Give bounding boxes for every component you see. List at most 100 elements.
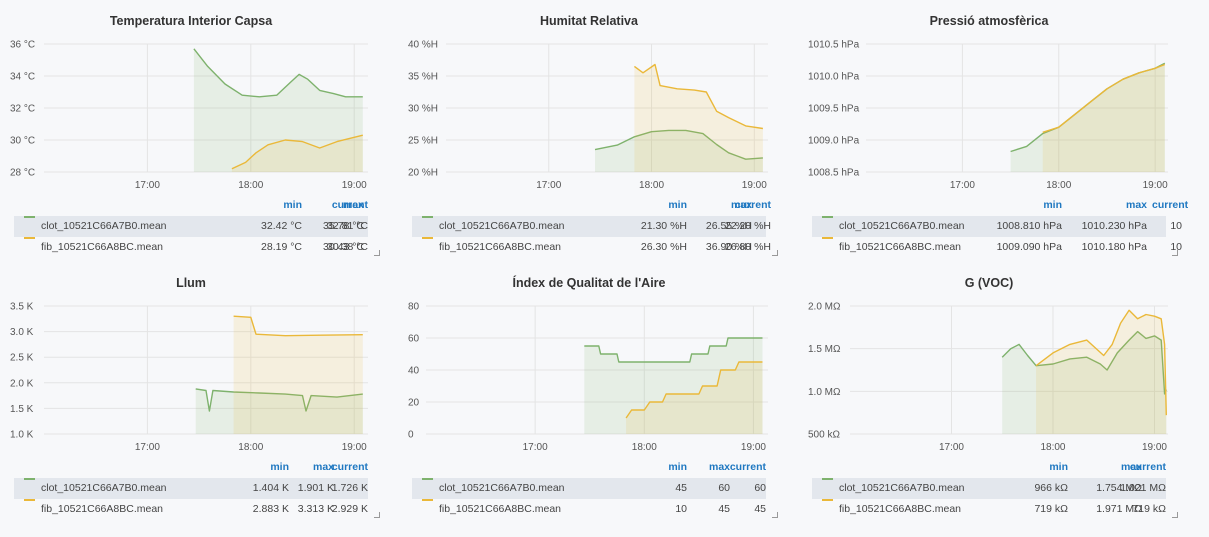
series-color-swatch[interactable] (24, 237, 35, 239)
legend-table: min max current clot_10521C66A7B0.mean 32.42… (14, 195, 368, 258)
legend-value-max: 1010.180 hPa (1081, 241, 1147, 253)
series-color-swatch[interactable] (422, 216, 433, 218)
series-name[interactable]: clot_10521C66A7B0.mean (41, 478, 167, 499)
series-color-swatch[interactable] (422, 478, 433, 480)
legend-value-current: 30.38 °C (327, 241, 368, 253)
legend-value-current: 1.726 K (331, 482, 368, 494)
legend-column-current[interactable]: current (314, 195, 368, 216)
panel-resize-handle[interactable] (374, 512, 380, 518)
legend-value-current: 719 kΩ (1132, 503, 1166, 515)
series-color-swatch[interactable] (422, 237, 433, 239)
legend-row[interactable]: fib_10521C66A8BC.mean 719 kΩ 1.971 MΩ 719 k… (812, 499, 1166, 520)
legend-row[interactable]: fib_10521C66A8BC.mean 2.883 K 3.313 K 2.929… (14, 499, 368, 520)
legend-column-max[interactable]: max (1067, 195, 1147, 216)
series-color-swatch[interactable] (822, 237, 833, 239)
y-tick-label: 36 °C (10, 40, 35, 51)
series-name[interactable]: clot_10521C66A7B0.mean (839, 478, 965, 499)
y-tick-label: 1.0 MΩ (808, 387, 841, 398)
y-tick-label: 34 °C (10, 72, 35, 83)
panel-title[interactable]: G (VOC) (798, 276, 1180, 290)
legend-row[interactable]: clot_10521C66A7B0.mean 45 60 60 (412, 478, 766, 499)
legend-column-min[interactable]: min (1012, 457, 1068, 478)
legend-row[interactable]: clot_10521C66A7B0.mean 1008.810 hPa 1010.2… (812, 216, 1182, 237)
legend-column-current[interactable]: current (314, 457, 368, 478)
legend-row[interactable]: clot_10521C66A7B0.mean 1.404 K 1.901 K 1.72… (14, 478, 368, 499)
series-color-swatch[interactable] (24, 216, 35, 218)
x-tick-label: 19:00 (342, 180, 367, 191)
x-tick-label: 17:00 (135, 442, 160, 453)
legend-column-min[interactable]: min (627, 195, 687, 216)
panel-title[interactable]: Pressió atmosfèrica (798, 14, 1180, 28)
legend-value-min: 966 kΩ (1034, 482, 1068, 494)
legend-row[interactable]: clot_10521C66A7B0.mean 966 kΩ 1.754 MΩ 1.02… (812, 478, 1166, 499)
panel-title[interactable]: Humitat Relativa (398, 14, 780, 28)
legend-column-current[interactable]: current (1152, 195, 1188, 216)
chart[interactable]: 20 %H 25 %H 30 %H 35 %H 40 %H 17:00 18:00 19:00 (398, 32, 780, 191)
legend-value-min: 28.19 °C (261, 241, 302, 253)
legend-row[interactable]: fib_10521C66A8BC.mean 28.19 °C 30.43 °C 30.… (14, 237, 368, 258)
series-name[interactable]: fib_10521C66A8BC.mean (439, 499, 561, 520)
legend-column-min[interactable]: min (242, 195, 302, 216)
legend-header: min max current (412, 195, 771, 216)
panel-title[interactable]: Temperatura Interior Capsa (0, 14, 382, 28)
series-color-swatch[interactable] (822, 478, 833, 480)
series-name[interactable]: fib_10521C66A8BC.mean (41, 237, 163, 258)
legend-row[interactable]: clot_10521C66A7B0.mean 21.30 %H 26.55 %H 22… (412, 216, 771, 237)
legend-column-min[interactable]: min (229, 457, 289, 478)
legend-row[interactable]: fib_10521C66A8BC.mean 10 45 45 (412, 499, 766, 520)
y-tick-label: 3.0 K (10, 327, 34, 338)
legend-column-min[interactable]: min (647, 457, 687, 478)
legend-column-current[interactable]: current (712, 457, 766, 478)
legend-table: min max current clot_10521C66A7B0.mean 1.404… (14, 457, 368, 520)
legend-column-min[interactable]: min (982, 195, 1062, 216)
series-color-swatch[interactable] (24, 499, 35, 501)
chart[interactable]: 500 kΩ 1.0 MΩ 1.5 MΩ 2.0 MΩ 17:00 18:00 19:00 (798, 294, 1180, 453)
y-tick-label: 1008.5 hPa (808, 168, 860, 179)
legend-value-min: 21.30 %H (640, 220, 687, 232)
series-color-swatch[interactable] (24, 478, 35, 480)
legend-row[interactable]: clot_10521C66A7B0.mean 32.42 °C 35.78 °C 32… (14, 216, 368, 237)
legend-row[interactable]: fib_10521C66A8BC.mean 26.30 %H 36.90 %H 26.… (412, 237, 771, 258)
legend-value-current: 22.20 %H (724, 220, 771, 232)
legend-value-current: 32.81 °C (327, 220, 368, 232)
panel-resize-handle[interactable] (1172, 512, 1178, 518)
legend-value-min: 32.42 °C (261, 220, 302, 232)
series-name[interactable]: fib_10521C66A8BC.mean (439, 237, 561, 258)
chart[interactable]: 1008.5 hPa 1009.0 hPa 1009.5 hPa 1010.0 hPa… (798, 32, 1180, 192)
series-name[interactable]: clot_10521C66A7B0.mean (839, 216, 965, 237)
x-tick-label: 17:00 (523, 442, 548, 453)
y-tick-label: 2.0 MΩ (808, 302, 841, 313)
series-name[interactable]: clot_10521C66A7B0.mean (439, 478, 565, 499)
series-name[interactable]: clot_10521C66A7B0.mean (439, 216, 565, 237)
series-color-swatch[interactable] (422, 499, 433, 501)
chart[interactable]: 1.0 K 1.5 K 2.0 K 2.5 K 3.0 K 3.5 K 17:00 18:00… (0, 294, 382, 453)
legend-column-current[interactable]: current (717, 195, 771, 216)
chart[interactable]: 0 20 40 60 80 17:00 18:00 19:00 (398, 294, 780, 453)
legend-table: min max current clot_10521C66A7B0.mean 45 60 6… (412, 457, 766, 520)
panel-resize-handle[interactable] (772, 512, 778, 518)
chart[interactable]: 28 °C 30 °C 32 °C 34 °C 36 °C 17:00 18:00 19:00 (0, 32, 382, 191)
panel-title[interactable]: Llum (0, 276, 382, 290)
series-color-swatch[interactable] (822, 499, 833, 501)
x-tick-label: 18:00 (1040, 442, 1065, 453)
series-name[interactable]: clot_10521C66A7B0.mean (41, 216, 167, 237)
y-tick-label: 1010.5 hPa (808, 40, 860, 51)
legend-column-current[interactable]: current (1112, 457, 1166, 478)
y-tick-label: 1010.0 hPa (808, 72, 860, 83)
series-name[interactable]: fib_10521C66A8BC.mean (41, 499, 163, 520)
series-color-swatch[interactable] (822, 216, 833, 218)
legend-value-min: 1008.810 hPa (996, 220, 1062, 232)
y-tick-label: 2.0 K (10, 378, 34, 389)
panel-5: Índex de Qualitat de l'Aire 0 20 40 60 80 17:0… (398, 262, 780, 520)
panel-resize-handle[interactable] (1172, 250, 1178, 256)
panel-resize-handle[interactable] (772, 250, 778, 256)
legend-value-min: 26.30 %H (640, 241, 687, 253)
legend-row[interactable]: fib_10521C66A8BC.mean 1009.090 hPa 1010.18… (812, 237, 1182, 258)
legend-header: min max current (812, 457, 1166, 478)
legend-value-current: 60 (754, 482, 766, 494)
panel-resize-handle[interactable] (374, 250, 380, 256)
series-name[interactable]: fib_10521C66A8BC.mean (839, 499, 961, 520)
panel-title[interactable]: Índex de Qualitat de l'Aire (398, 276, 780, 290)
series-name[interactable]: fib_10521C66A8BC.mean (839, 237, 961, 258)
y-tick-label: 25 %H (408, 136, 438, 147)
